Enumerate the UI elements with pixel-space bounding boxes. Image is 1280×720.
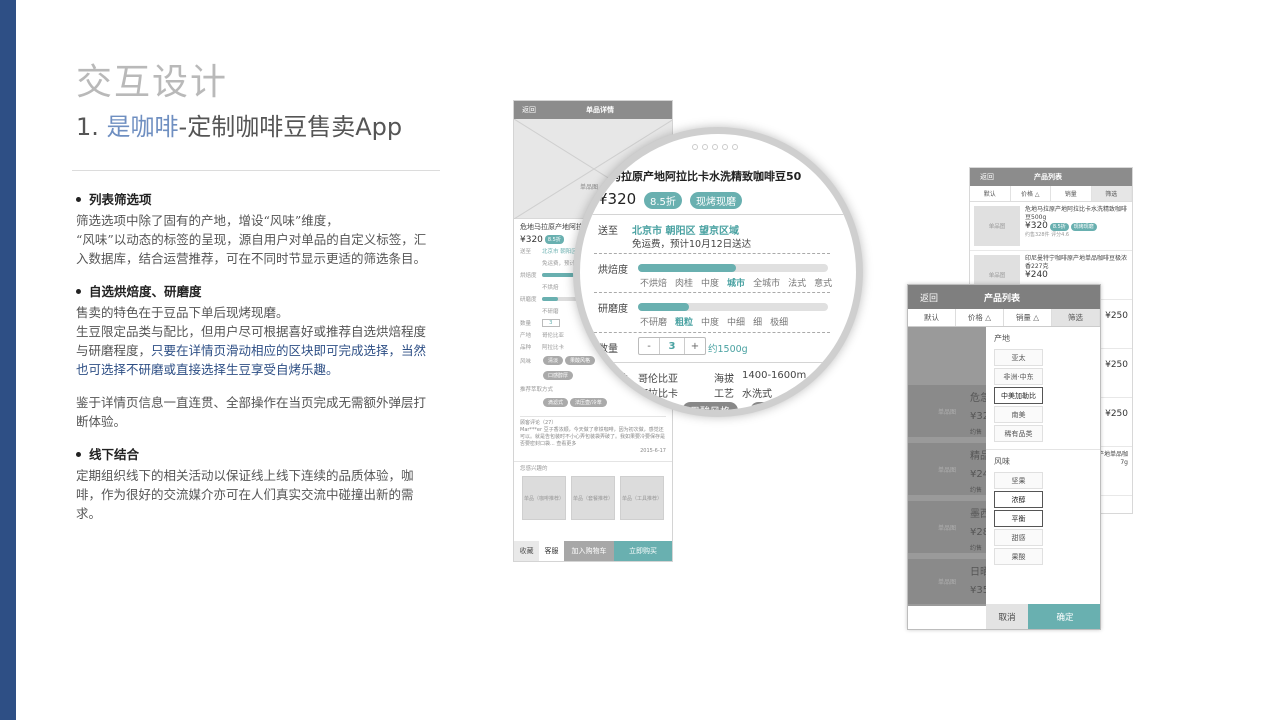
section-title: 列表筛选项 <box>76 190 436 209</box>
origin-options: 亚太 非洲·中东 中美加勒比 南美 稀有品类 <box>986 348 1100 443</box>
sort-bar: 默认 价格 △ 销量 筛选 <box>970 186 1132 202</box>
option-label[interactable]: 粗粒 <box>675 318 693 328</box>
back-button[interactable]: 返回 <box>920 291 938 304</box>
subtitle-text: -定制咖啡豆售卖App <box>178 113 403 141</box>
quantity-value[interactable]: 3 <box>659 338 685 354</box>
section-title: 线下结合 <box>76 445 436 464</box>
section-paragraph: 筛选选项中除了固有的产地，增设“风味”维度， <box>76 213 339 228</box>
option-label[interactable]: 全城市 <box>753 279 780 289</box>
plus-button[interactable]: + <box>685 338 705 354</box>
back-button[interactable]: 返回 <box>980 172 994 182</box>
flavor-options: 坚果 浓醇 平衡 甜感 果酸 <box>986 471 1100 566</box>
flavor-option-selected[interactable]: 浓醇 <box>994 491 1043 508</box>
sort-bar: 默认 价格 △ 销量 △ 筛选 <box>908 309 1100 327</box>
flavor-heading: 风味 <box>986 449 1100 471</box>
mag-address[interactable]: 北京市 朝阳区 望京区域 <box>632 222 739 237</box>
list-title: 产品列表 <box>1034 173 1062 181</box>
minus-button[interactable]: - <box>639 338 659 354</box>
buy-now-button[interactable]: 立即购买 <box>614 541 672 561</box>
carousel-dots[interactable] <box>692 144 742 150</box>
page-subtitle: 1. 是咖啡-定制咖啡豆售卖App <box>76 110 402 144</box>
grind-options[interactable]: 不研磨 粗粒 中度 中细细极细 <box>640 315 796 328</box>
sort-sales[interactable]: 销量 △ <box>1004 309 1052 326</box>
option-label[interactable]: 法式 <box>788 279 806 289</box>
origin-option[interactable]: 非洲·中东 <box>994 368 1043 385</box>
collect-button[interactable]: 收藏 <box>514 541 539 561</box>
flavor-option[interactable]: 甜感 <box>994 529 1043 546</box>
detail-title: 单品详情 <box>586 106 614 114</box>
filter-actions: 取消 确定 <box>986 604 1100 629</box>
left-brand-strip <box>0 0 16 720</box>
option-label[interactable]: 中度 <box>701 318 719 328</box>
option-label[interactable]: 不烘焙 <box>640 279 667 289</box>
section-paragraph: “风味”以动态的标签的呈现，源自用户对单品的自定义标签，汇入数据库，结合运营推荐… <box>76 232 427 266</box>
confirm-button[interactable]: 确定 <box>1028 604 1100 629</box>
title-divider <box>72 170 440 171</box>
service-button[interactable]: 客服 <box>539 541 564 561</box>
filter-tab[interactable]: 筛选 <box>1052 309 1100 326</box>
list-item[interactable]: 单品图 危地马拉原产地阿拉比卡水洗精致咖啡豆500g ¥320 8.5折 现烤现磨… <box>970 202 1132 251</box>
subtitle-number: 1. <box>76 113 107 141</box>
origin-option[interactable]: 亚太 <box>994 349 1043 366</box>
mag-product-title: 马拉原产地阿拉比卡水洗精致咖啡豆50 <box>610 170 802 183</box>
review-section[interactable]: 顾客评论（27） Mar***er 豆子香浓顺，今天做了拿铁咖啡，因为初次做，感… <box>520 416 666 455</box>
flavor-chip[interactable]: 果酸风格 <box>682 402 738 410</box>
cancel-button[interactable]: 取消 <box>986 604 1028 629</box>
option-label[interactable]: 城市 <box>727 279 745 289</box>
mag-fresh-badge: 现烤现磨 <box>690 192 742 209</box>
option-label[interactable]: 极细 <box>770 318 788 328</box>
magnifier-callout: 马拉原产地阿拉比卡水洗精致咖啡豆50 ¥320 8.5折 现烤现磨 送至 北京市… <box>573 127 863 417</box>
option-label[interactable]: 意式 <box>814 279 832 289</box>
list-title: 产品列表 <box>984 293 1021 304</box>
option-label[interactable]: 中度 <box>701 279 719 289</box>
mag-quantity-stepper: - 3 + <box>638 337 706 355</box>
option-label[interactable]: 中细 <box>727 318 745 328</box>
section-paragraph: 定期组织线下的相关活动以保证线上线下连续的品质体验，咖啡，作为很好的交流媒介亦可… <box>76 468 414 521</box>
sort-default[interactable]: 默认 <box>908 309 956 326</box>
recommend-item[interactable]: 单品（工具推荐） <box>620 476 664 520</box>
origin-option[interactable]: 稀有品类 <box>994 425 1043 442</box>
section-title: 自选烘焙度、研磨度 <box>76 282 436 301</box>
option-label[interactable]: 肉桂 <box>675 279 693 289</box>
add-to-cart-button[interactable]: 加入购物车 <box>564 541 614 561</box>
section-paragraph: 鉴于详情页信息一直连贯、全部操作在当页完成无需额外弹层打断体验。 <box>76 395 427 429</box>
mag-price: ¥320 <box>598 190 637 208</box>
filter-panel: 产地 亚太 非洲·中东 中美加勒比 南美 稀有品类 风味 坚果 浓醇 平衡 甜感… <box>986 327 1100 606</box>
recommend-item[interactable]: 单品（套餐推荐） <box>571 476 615 520</box>
mag-grind-slider[interactable] <box>638 303 828 311</box>
sort-price[interactable]: 价格 △ <box>956 309 1004 326</box>
roast-options[interactable]: 不烘焙 肉桂 中度 城市 全城市 法式 意式 <box>640 276 840 289</box>
flavor-option-selected[interactable]: 平衡 <box>994 510 1043 527</box>
section-paragraph: 售卖的特色在于豆品下单后现烤现磨。 <box>76 305 289 320</box>
subtitle-accent: 是咖啡 <box>106 113 179 141</box>
discount-badge: 8.5折 <box>544 235 564 244</box>
option-label[interactable]: 细 <box>753 318 762 328</box>
recommend-list: 单品（咖啡推荐） 单品（套餐推荐） 单品（工具推荐） <box>514 474 672 522</box>
mag-discount-badge: 8.5折 <box>644 192 682 209</box>
detail-topbar: 返回 单品详情 <box>514 101 672 119</box>
flavor-option[interactable]: 果酸 <box>994 548 1043 565</box>
flavor-chip[interactable]: 甜根香 <box>750 402 796 410</box>
mag-roast-slider[interactable] <box>638 264 828 272</box>
section-paragraph: 生豆限定品类与配比，但用户尽可根据喜好或推荐自选烘焙程度与研磨程度，只要在详情页… <box>76 324 427 377</box>
option-label[interactable]: 不研磨 <box>640 318 667 328</box>
origin-option[interactable]: 南美 <box>994 406 1043 423</box>
product-list-filter-phone: 返回 产品列表 默认 价格 △ 销量 △ 筛选 单品图 危急 ¥32 约售 单品图… <box>907 284 1101 630</box>
origin-heading: 产地 <box>994 334 1010 343</box>
back-button[interactable]: 返回 <box>522 105 536 115</box>
description-body: 列表筛选项 筛选选项中除了固有的产地，增设“风味”维度， “风味”以动态的标签的… <box>76 190 436 523</box>
recommend-item[interactable]: 单品（咖啡推荐） <box>522 476 566 520</box>
detail-bottom-bar: 收藏 客服 加入购物车 立即购买 <box>514 541 672 561</box>
origin-option-selected[interactable]: 中美加勒比 <box>994 387 1043 404</box>
page-title: 交互设计 <box>76 61 229 102</box>
flavor-option[interactable]: 坚果 <box>994 472 1043 489</box>
